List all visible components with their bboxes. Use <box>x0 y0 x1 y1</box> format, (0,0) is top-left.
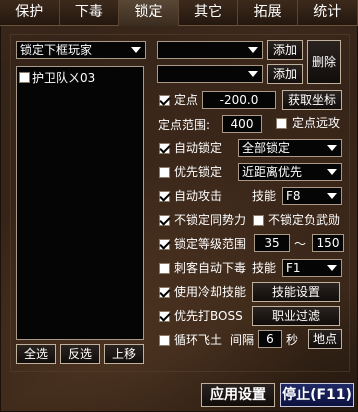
chevron-down-icon <box>248 47 258 53</box>
auto-attack-skill-value: F8 <box>286 189 301 203</box>
auto-lock-checkbox[interactable] <box>159 143 170 154</box>
target-select-value: 锁定下框玩家 <box>20 43 93 57</box>
auto-lock-select-value: 全部锁定 <box>242 141 291 155</box>
list-item[interactable]: 护卫队ㄨ03 <box>19 69 95 86</box>
tab-other[interactable]: 其它 <box>178 0 239 26</box>
far-attack-checkbox[interactable] <box>276 118 287 129</box>
no-lock-same-faction-checkbox[interactable] <box>159 215 170 226</box>
add-select-2[interactable] <box>157 65 263 83</box>
boss-priority-label: 优先打BOSS <box>174 309 243 323</box>
auto-lock-select[interactable]: 全部锁定 <box>238 139 342 157</box>
priority-lock-select-value: 近距离优先 <box>242 165 303 179</box>
no-lock-negative-checkbox[interactable] <box>253 215 264 226</box>
level-min-input[interactable]: 35 <box>254 234 290 252</box>
assassin-skill-select[interactable]: F1 <box>282 259 342 277</box>
level-range-label: 锁定等级范围 <box>174 237 247 251</box>
target-select[interactable]: 锁定下框玩家 <box>16 41 146 59</box>
range-input[interactable]: 400 <box>222 115 262 133</box>
assassin-poison-label: 刺客自动下毒 <box>174 261 247 275</box>
auto-lock-label: 自动锁定 <box>174 141 223 155</box>
priority-lock-checkbox[interactable] <box>159 167 170 178</box>
move-up-button[interactable]: 上移 <box>104 344 144 364</box>
chevron-down-icon <box>248 71 258 77</box>
player-list[interactable]: 护卫队ㄨ03 <box>16 66 144 340</box>
chevron-down-icon <box>327 169 337 175</box>
tab-stats[interactable]: 统计 <box>297 0 358 26</box>
apply-settings-button[interactable]: 应用设置 <box>201 383 275 407</box>
interval-input[interactable]: 6 <box>258 330 282 348</box>
tab-lock[interactable]: 锁定 <box>119 0 179 26</box>
assassin-poison-checkbox[interactable] <box>159 263 170 274</box>
cooldown-skill-label: 使用冷却技能 <box>174 285 247 299</box>
range-label: 定点范围: <box>158 118 211 132</box>
tab-protect[interactable]: 保护 <box>0 0 60 26</box>
chevron-down-icon <box>327 265 337 271</box>
tab-bar: 保护 下毒 锁定 其它 拓展 统计 <box>0 0 358 26</box>
chevron-down-icon <box>327 145 337 151</box>
level-max-input[interactable]: 150 <box>312 234 344 252</box>
auto-attack-skill-select[interactable]: F8 <box>282 187 342 205</box>
add-button-2[interactable]: 添加 <box>267 64 303 84</box>
assassin-skill-label: 技能 <box>252 261 277 275</box>
priority-lock-label: 优先锁定 <box>174 165 223 179</box>
skill-settings-button[interactable]: 技能设置 <box>252 282 340 302</box>
cycle-fly-label: 循环飞土 <box>174 333 223 347</box>
fixed-point-label: 定点 <box>174 93 199 107</box>
chevron-down-icon <box>131 47 141 53</box>
get-coords-button[interactable]: 获取坐标 <box>282 90 342 110</box>
list-item-label: 护卫队ㄨ03 <box>32 71 96 85</box>
invert-selection-button[interactable]: 反选 <box>60 344 100 364</box>
priority-lock-select[interactable]: 近距离优先 <box>238 163 342 181</box>
fixed-point-checkbox[interactable] <box>159 95 170 106</box>
level-range-tilde: ～ <box>294 237 307 251</box>
boss-priority-checkbox[interactable] <box>159 311 170 322</box>
add-select-1[interactable] <box>157 41 263 59</box>
no-lock-negative-label: 不锁定负武勋 <box>268 213 341 227</box>
assassin-skill-value: F1 <box>286 261 301 275</box>
fixed-point-input[interactable]: -200.0 <box>202 91 276 109</box>
delete-button[interactable]: 删除 <box>307 40 341 84</box>
auto-attack-checkbox[interactable] <box>159 191 170 202</box>
list-item-checkbox[interactable] <box>19 72 30 83</box>
tab-extend[interactable]: 拓展 <box>238 0 298 26</box>
chevron-down-icon <box>327 193 337 199</box>
interval-unit: 秒 <box>286 333 299 347</box>
cooldown-skill-checkbox[interactable] <box>159 287 170 298</box>
no-lock-same-faction-label: 不锁定同势力 <box>174 213 247 227</box>
auto-attack-skill-label: 技能 <box>252 189 277 203</box>
select-all-button[interactable]: 全选 <box>16 344 56 364</box>
add-button-1[interactable]: 添加 <box>267 40 303 60</box>
level-range-checkbox[interactable] <box>159 239 170 250</box>
auto-attack-label: 自动攻击 <box>174 189 223 203</box>
tab-poison[interactable]: 下毒 <box>59 0 120 26</box>
location-button[interactable]: 地点 <box>308 329 342 349</box>
cycle-fly-checkbox[interactable] <box>159 335 170 346</box>
interval-label: 间隔 <box>230 333 255 347</box>
stop-button[interactable]: 停止(F11) <box>280 383 354 407</box>
class-filter-button[interactable]: 职业过滤 <box>252 306 340 326</box>
far-attack-label: 定点远攻 <box>292 116 341 130</box>
